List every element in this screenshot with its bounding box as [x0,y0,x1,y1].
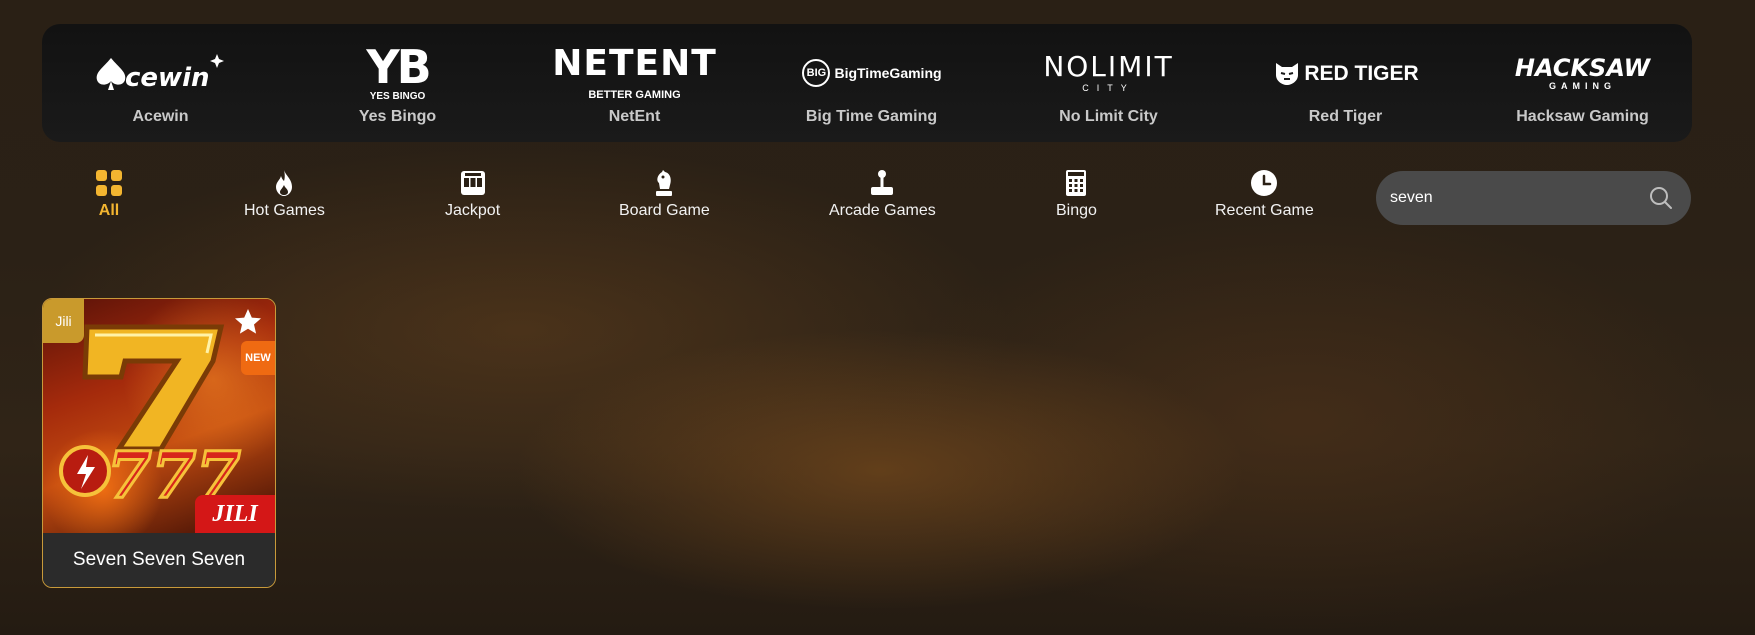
provider-yes-bingo[interactable]: YB YES BINGO Yes Bingo [279,24,516,142]
provider-acewin[interactable]: cewin Acewin [42,24,279,142]
search-box [1376,171,1691,225]
provider-name: Yes Bingo [358,108,437,125]
svg-text:cewin: cewin [125,63,210,93]
netent-logo: NETENT BETTER GAMING [552,42,717,101]
provider-name: NetEnt [608,108,661,125]
provider-red-tiger[interactable]: RED TIGER Red Tiger [1227,24,1464,142]
category-jackpot[interactable]: Jackpot [445,168,500,220]
grid-icon [94,168,124,198]
provider-name: Big Time Gaming [805,108,938,125]
category-all[interactable]: All [94,168,124,220]
chess-knight-icon [649,168,679,198]
slot-machine-icon [458,168,488,198]
red-tiger-logo: RED TIGER [1272,40,1419,106]
provider-name: No Limit City [1059,108,1158,125]
provider-strip: cewin Acewin YB YES BINGO Yes Bingo NETE… [42,24,1692,142]
category-recent-game[interactable]: Recent Game [1215,168,1314,220]
provider-tag: Jili [43,299,84,343]
search-icon[interactable] [1647,184,1675,212]
category-label: Board Game [619,202,710,219]
category-hot-games[interactable]: Hot Games [244,168,325,220]
flame-icon [269,168,299,198]
provider-hacksaw-gaming[interactable]: HACKSAW GAMING Hacksaw Gaming [1464,24,1692,142]
jili-brand-mark: JILI [195,495,275,533]
provider-name: Hacksaw Gaming [1516,108,1649,125]
provider-name: Red Tiger [1308,108,1383,125]
provider-name: Acewin [132,108,189,125]
category-label: Jackpot [445,202,501,219]
search-input[interactable] [1390,189,1647,207]
provider-netent[interactable]: NETENT BETTER GAMING NetEnt [516,24,753,142]
new-badge: NEW [241,341,275,375]
big-time-gaming-logo: BIG BigTimeGaming [801,40,942,106]
game-card[interactable]: 777 Jili NEW JILI Seven Seven Seven [42,298,276,588]
category-arcade-games[interactable]: Arcade Games [829,168,936,220]
provider-big-time-gaming[interactable]: BIG BigTimeGaming Big Time Gaming [753,24,990,142]
category-label: All [98,202,120,219]
game-thumbnail[interactable]: 777 Jili NEW JILI [43,299,275,533]
star-icon[interactable] [233,307,263,337]
category-label: Arcade Games [829,202,936,219]
tiger-icon [1276,63,1299,85]
provider-no-limit-city[interactable]: NOLIMIT CITY No Limit City [990,24,1227,142]
category-nav: All Hot Games Jackpot Board Game Arcade … [42,160,1332,230]
hacksaw-logo: HACKSAW GAMING [1514,53,1651,91]
category-label: Bingo [1056,202,1097,219]
yes-bingo-logo: YB YES BINGO [366,40,431,102]
bingo-card-icon [1061,168,1091,198]
joystick-icon [867,168,897,198]
category-label: Recent Game [1215,202,1314,219]
clock-icon [1249,168,1279,198]
category-label: Hot Games [244,202,325,219]
category-board-game[interactable]: Board Game [619,168,710,220]
category-bingo[interactable]: Bingo [1056,168,1097,220]
game-title: Seven Seven Seven [43,533,275,587]
acewin-logo: cewin [91,40,231,106]
nolimit-city-logo: NOLIMIT CITY [1043,50,1174,93]
